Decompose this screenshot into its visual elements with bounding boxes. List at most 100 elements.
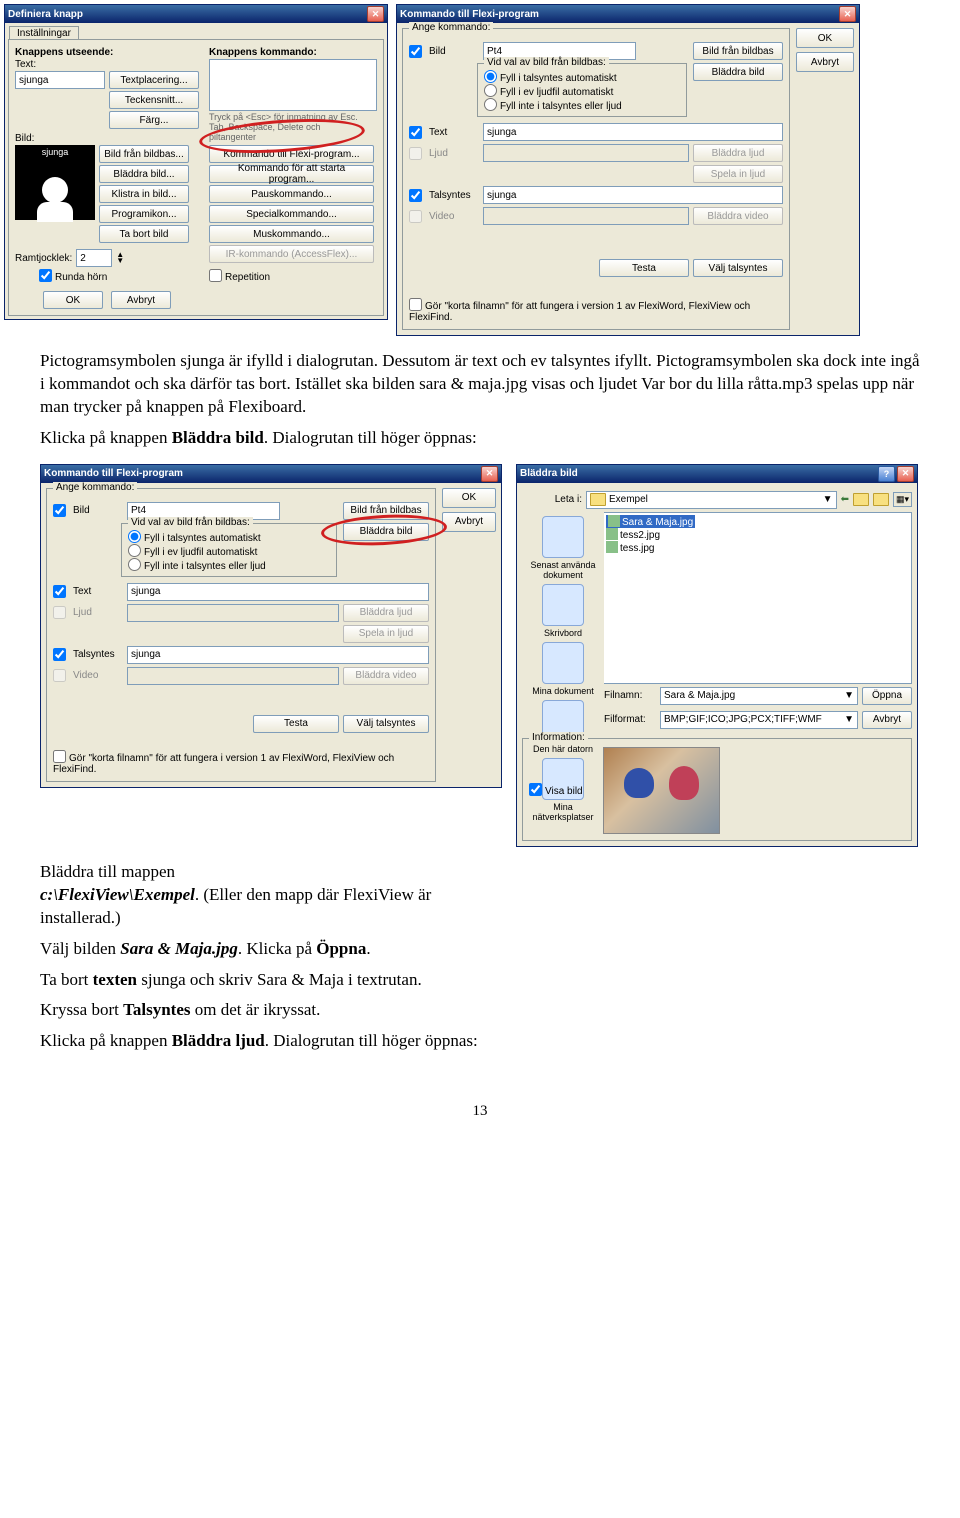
tab-settings[interactable]: Inställningar xyxy=(9,26,79,40)
bild-from-db-button[interactable]: Bild från bildbas xyxy=(343,502,429,520)
text-input[interactable] xyxy=(483,123,783,141)
show-image-checkbox[interactable] xyxy=(529,783,542,796)
paragraph: Pictogramsymbolen sjunga är ifylld i dia… xyxy=(40,350,920,450)
back-icon[interactable]: ⬅ xyxy=(841,494,849,505)
pictogram-preview: sjunga xyxy=(15,145,95,220)
opt3-label: Fyll inte i talsyntes eller ljud xyxy=(144,561,266,572)
repetition-checkbox[interactable] xyxy=(209,269,222,282)
ok-button[interactable]: OK xyxy=(43,291,103,309)
round-corners-checkbox[interactable] xyxy=(39,269,52,282)
pic-from-db-button[interactable]: Bild från bildbas... xyxy=(99,145,189,163)
opt1-label: Fyll i talsyntes automatiskt xyxy=(144,533,261,544)
file-list[interactable]: Sara & Maja.jpg tess2.jpg tess.jpg xyxy=(604,512,912,684)
text-input[interactable] xyxy=(15,71,105,89)
testa-button[interactable]: Testa xyxy=(253,715,339,733)
opt2-radio[interactable] xyxy=(128,544,141,557)
file-item[interactable]: tess.jpg xyxy=(606,541,909,554)
talsyntes-label: Talsyntes xyxy=(73,649,123,660)
text-checkbox[interactable] xyxy=(409,126,422,139)
korta-checkbox[interactable] xyxy=(409,298,422,311)
new-folder-icon[interactable] xyxy=(873,493,889,506)
ljud-label: Ljud xyxy=(73,607,123,618)
talsyntes-input[interactable] xyxy=(483,186,783,204)
sidebar-recent[interactable]: Senast använda dokument xyxy=(522,516,604,580)
opt3-radio[interactable] xyxy=(128,558,141,571)
bild-from-db-button[interactable]: Bild från bildbas xyxy=(693,42,783,60)
paste-pic-button[interactable]: Klistra in bild... xyxy=(99,185,189,203)
special-cmd-button[interactable]: Specialkommando... xyxy=(209,205,374,223)
testa-button[interactable]: Testa xyxy=(599,259,689,277)
open-button[interactable]: Öppna xyxy=(862,687,912,705)
up-folder-icon[interactable] xyxy=(853,493,869,506)
filename-input[interactable]: Sara & Maja.jpg▼ xyxy=(660,687,858,705)
pictogram-caption: sjunga xyxy=(40,145,71,159)
program-icon-button[interactable]: Programikon... xyxy=(99,205,189,223)
file-item[interactable]: tess2.jpg xyxy=(606,528,909,541)
bild-checkbox[interactable] xyxy=(53,504,66,517)
titlebar[interactable]: Kommando till Flexi-program ✕ xyxy=(41,465,501,483)
record-ljud-button: Spela in ljud xyxy=(343,625,429,643)
titlebar[interactable]: Definiera knapp ✕ xyxy=(5,5,387,23)
korta-checkbox[interactable] xyxy=(53,750,66,763)
sidebar-mydocs[interactable]: Mina dokument xyxy=(522,642,604,696)
help-icon[interactable]: ? xyxy=(878,466,895,482)
cancel-button[interactable]: Avbryt xyxy=(442,512,496,532)
record-ljud-button: Spela in ljud xyxy=(693,165,783,183)
color-button[interactable]: Färg... xyxy=(109,111,199,129)
ok-button[interactable]: OK xyxy=(796,28,854,48)
command-box[interactable] xyxy=(209,59,377,111)
pause-cmd-button[interactable]: Pauskommando... xyxy=(209,185,374,203)
spinner-icon[interactable]: ▲▼ xyxy=(116,252,124,264)
folder-select[interactable]: Exempel▼ xyxy=(586,491,837,509)
remove-pic-button[interactable]: Ta bort bild xyxy=(99,225,189,243)
ok-button[interactable]: OK xyxy=(442,488,496,508)
bild-label: Bild xyxy=(429,46,479,57)
view-menu-icon[interactable]: ▦▾ xyxy=(893,492,912,507)
close-icon[interactable]: ✕ xyxy=(367,6,384,22)
browse-bild-button[interactable]: Bläddra bild xyxy=(343,523,429,541)
filetype-select[interactable]: BMP;GIF;ICO;JPG;PCX;TIFF;WMF▼ xyxy=(660,711,858,729)
browse-pic-button[interactable]: Bläddra bild... xyxy=(99,165,189,183)
opt1-radio[interactable] xyxy=(484,70,497,83)
text-input[interactable] xyxy=(127,583,429,601)
text-placement-button[interactable]: Textplacering... xyxy=(109,71,199,89)
valj-talsyntes-button[interactable]: Välj talsyntes xyxy=(343,715,429,733)
cancel-button[interactable]: Avbryt xyxy=(862,711,912,729)
frame-thick-input[interactable] xyxy=(76,249,112,267)
bild-checkbox[interactable] xyxy=(409,45,422,58)
talsyntes-checkbox[interactable] xyxy=(53,648,66,661)
text-checkbox[interactable] xyxy=(53,585,66,598)
define-button-dialog: Definiera knapp ✕ Inställningar Knappens… xyxy=(4,4,388,320)
sidebar-desktop[interactable]: Skrivbord xyxy=(522,584,604,638)
talsyntes-input[interactable] xyxy=(127,646,429,664)
cancel-button[interactable]: Avbryt xyxy=(796,52,854,72)
flexi-command-dialog: Kommando till Flexi-program ✕ Ange komma… xyxy=(396,4,860,336)
talsyntes-checkbox[interactable] xyxy=(409,189,422,202)
font-button[interactable]: Teckensnitt... xyxy=(109,91,199,109)
ljud-checkbox xyxy=(409,147,422,160)
flexi-cmd-button[interactable]: Kommando till Flexi-program... xyxy=(209,145,374,163)
opt2-radio[interactable] xyxy=(484,84,497,97)
lower-text: Bläddra till mappenc:\FlexiView\Exempel.… xyxy=(40,861,480,1054)
opt1-radio[interactable] xyxy=(128,530,141,543)
bild-label: Bild xyxy=(73,505,123,516)
start-prog-button[interactable]: Kommando för att starta program... xyxy=(209,165,374,183)
close-icon[interactable]: ✕ xyxy=(481,466,498,482)
video-input xyxy=(483,207,689,225)
mouse-cmd-button[interactable]: Muskommando... xyxy=(209,225,374,243)
opt3-radio[interactable] xyxy=(484,98,497,111)
person-icon xyxy=(42,177,68,203)
valj-talsyntes-button[interactable]: Välj talsyntes xyxy=(693,259,783,277)
close-icon[interactable]: ✕ xyxy=(897,466,914,482)
folder-icon xyxy=(590,493,606,506)
video-label: Video xyxy=(429,211,479,222)
ljud-checkbox xyxy=(53,606,66,619)
browse-bild-button[interactable]: Bläddra bild xyxy=(693,63,783,81)
cancel-button[interactable]: Avbryt xyxy=(111,291,171,309)
appearance-header: Knappens utseende: xyxy=(15,47,199,58)
file-item-selected[interactable]: Sara & Maja.jpg xyxy=(606,515,695,528)
titlebar[interactable]: Kommando till Flexi-program ✕ xyxy=(397,5,859,23)
lookin-label: Leta i: xyxy=(522,494,582,505)
titlebar[interactable]: Bläddra bild ? ✕ xyxy=(517,465,917,483)
close-icon[interactable]: ✕ xyxy=(839,6,856,22)
